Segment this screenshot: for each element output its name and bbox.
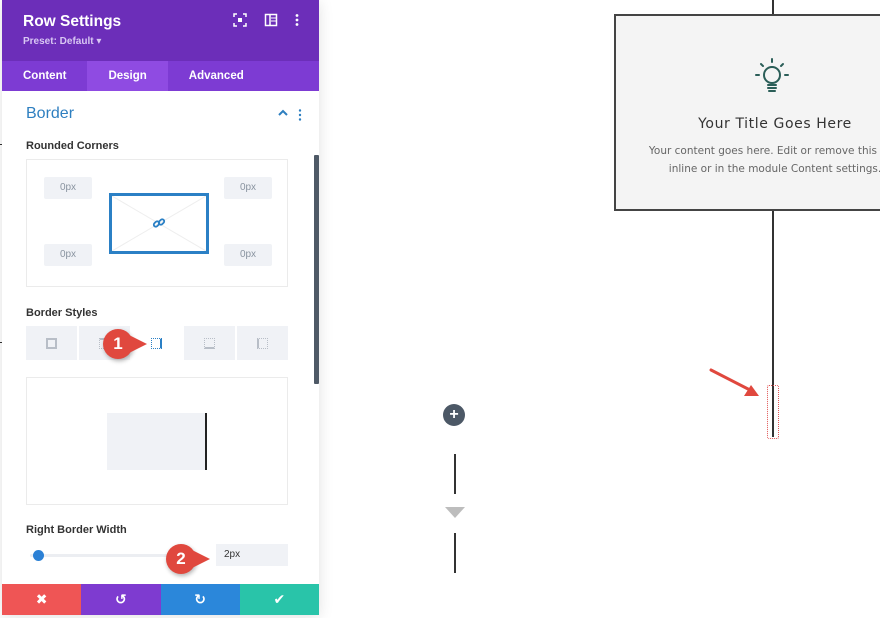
border-right-icon	[151, 337, 163, 349]
row-divider-line	[772, 0, 774, 14]
border-styles-label: Border Styles	[26, 307, 98, 319]
border-preview	[26, 377, 288, 505]
cancel-button[interactable]: ✖	[2, 584, 82, 615]
right-border-width-label: Right Border Width	[26, 524, 127, 536]
border-bottom-icon	[204, 337, 216, 349]
sidebar-layout-icon[interactable]	[264, 13, 278, 27]
corners-preview	[109, 193, 209, 254]
border-style-bottom[interactable]	[184, 326, 236, 360]
chevron-up-icon[interactable]	[277, 108, 289, 118]
corner-top-right-input[interactable]: 0px	[224, 177, 272, 199]
corner-top-left-input[interactable]: 0px	[44, 177, 92, 199]
annotation-arrow-icon	[709, 368, 759, 396]
preset-dropdown[interactable]: Preset: Default ▾	[23, 36, 101, 47]
fullscreen-icon[interactable]	[233, 13, 247, 27]
panel-tabs: Content Design Advanced	[2, 61, 319, 91]
save-button[interactable]: ✔	[239, 584, 319, 615]
panel-header: Row Settings Preset: Default ▾	[2, 0, 319, 61]
row-settings-panel: Row Settings Preset: Default ▾ Content D…	[2, 0, 319, 615]
border-style-all[interactable]	[26, 326, 77, 360]
section-title-border[interactable]: Border	[26, 105, 74, 123]
module-body-line: inline or in the module Content settings…	[668, 163, 880, 175]
slider-handle[interactable]	[33, 550, 44, 561]
more-vertical-icon[interactable]	[290, 13, 304, 27]
tab-content[interactable]: Content	[2, 61, 87, 91]
add-row-button[interactable]: +	[443, 404, 465, 426]
panel-footer: ✖ ↺ ↻ ✔	[2, 584, 319, 615]
rounded-corners-control: 0px 0px 0px 0px	[26, 159, 288, 287]
section-more-icon[interactable]	[298, 109, 302, 121]
tab-design[interactable]: Design	[87, 61, 168, 91]
tab-advanced[interactable]: Advanced	[168, 61, 265, 91]
blurb-module[interactable]: Your Title Goes Here Your content goes h…	[614, 14, 880, 211]
border-style-left[interactable]	[237, 326, 288, 360]
panel-body: Border Rounded Corners 0px 0px 0px 0px B…	[2, 91, 319, 584]
border-all-icon	[45, 337, 57, 349]
border-preview-sample	[107, 413, 207, 470]
section-divider-line	[454, 533, 456, 573]
module-title: Your Title Goes Here	[698, 116, 852, 132]
annotation-badge-1: 1	[103, 329, 147, 359]
lightbulb-icon	[755, 58, 789, 92]
section-divider-line	[454, 454, 456, 494]
redo-button[interactable]: ↻	[160, 584, 240, 615]
panel-scrollbar[interactable]	[314, 155, 319, 384]
corner-bottom-left-input[interactable]: 0px	[44, 244, 92, 266]
border-left-icon	[257, 337, 269, 349]
panel-title: Row Settings	[23, 13, 122, 30]
annotation-badge-2: 2	[166, 544, 210, 574]
section-dropdown-arrow-icon[interactable]	[445, 507, 465, 518]
rounded-corners-label: Rounded Corners	[26, 140, 119, 152]
corner-bottom-right-input[interactable]: 0px	[224, 244, 272, 266]
undo-button[interactable]: ↺	[81, 584, 161, 615]
border-styles-selector	[26, 326, 288, 360]
link-icon[interactable]	[152, 216, 166, 230]
module-body-line: Your content goes here. Edit or remove t…	[648, 145, 880, 157]
right-border-width-input[interactable]: 2px	[216, 544, 288, 566]
